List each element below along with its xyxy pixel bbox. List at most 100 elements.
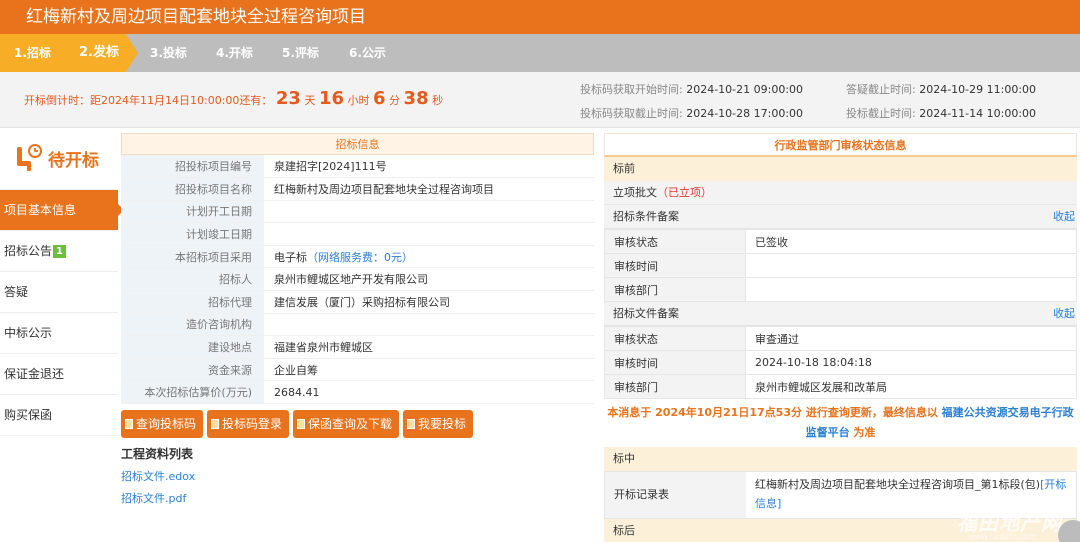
open-record-label: 开标记录表 [605,472,746,518]
bid-info-header: 招标信息 [121,133,594,155]
row-label: 资金来源 [121,358,264,382]
approval-row: 立项批文（已立项） [604,181,1077,205]
row-value: 福建省泉州市鲤城区 [264,335,594,359]
row-label: 招标代理 [121,290,264,314]
notice-count-badge: 1 [53,245,66,258]
update-notice: 本消息于 2024年10月21日17点53分 进行查询更新，最终信息以 福建公共… [604,399,1077,447]
row-value: 泉州市鲤城区发展和改革局 [745,374,1077,399]
page-title: 红梅新村及周边项目配套地块全过程咨询项目 [0,0,1080,34]
code-start-label: 投标码获取开始时间: [580,83,683,96]
doc-record-row: 招标文件备案 收起 [604,302,1077,326]
qa-end-time: 答疑截止时间: 2024-10-29 11:00:00 [846,81,1036,97]
table-row: 建设地点 福建省泉州市鲤城区 [121,335,594,359]
sidebar-item-qa[interactable]: 答疑 [0,272,118,313]
step-5[interactable]: 5.评标 [282,34,319,72]
sidebar-item-win-notice[interactable]: 中标公示 [0,313,118,354]
row-label: 计划竣工日期 [121,222,264,246]
row-label: 审核时间 [604,350,746,375]
bid-info-panel: 招标信息 招投标项目编号 泉建招字[2024]111号 招投标项目名称 红梅新村及周… [121,133,594,506]
sidebar-item-notice-label: 招标公告 [4,244,53,258]
doc-icon [211,419,220,430]
row-value: 2024-10-18 18:04:18 [745,350,1077,375]
sidebar-item-insurance[interactable]: 购买保函 [0,395,118,436]
bid-end-label: 投标截止时间: [846,107,916,120]
progress-steps: 1.招标 2.发标 3.投标 4.开标 5.评标 6.公示 [0,34,1080,72]
code-end-time: 投标码获取截止时间: 2024-10-28 17:00:00 [580,105,803,121]
sidebar-item-notice[interactable]: 招标公告 1 [0,231,118,272]
row-label: 招标人 [121,267,264,292]
table-row: 计划竣工日期 [121,222,594,246]
row-value [264,222,594,246]
table-row: 审核时间 [604,253,1077,278]
step-3[interactable]: 3.投标 [150,34,187,72]
code-login-label: 投标码登录 [222,417,283,432]
countdown-seconds: 38 [403,88,429,109]
seat-timer-icon [17,144,42,171]
row-value: 已签收 [745,229,1077,254]
step-1[interactable]: 1.招标 [0,34,64,72]
row-value [264,200,594,224]
guarantee-button[interactable]: 保函查询及下载 [293,410,400,439]
step-6[interactable]: 6.公示 [349,34,386,72]
doc-icon [297,419,306,430]
countdown-prefix: 开标倒计时：距2024年11月14日10:00:00还有： [24,94,273,107]
bid-button[interactable]: 我要投标 [403,410,474,439]
service-fee: （网络服务费：0元） [307,250,413,264]
row-value: 电子标（网络服务费：0元） [264,245,594,269]
row-value [745,277,1077,302]
table-row: 本招标项目采用 电子标（网络服务费：0元） [121,245,594,269]
review-panel: 行政监管部门审核状态信息 标前 立项批文（已立项） 招标条件备案 收起 审核状态已… [604,133,1077,542]
row-label: 本招标项目采用 [121,245,264,269]
qa-end-label: 答疑截止时间: [846,83,916,96]
step-2[interactable]: 2.发标 [64,34,126,72]
row-value: 企业自筹 [264,358,594,382]
code-login-button[interactable]: 投标码登录 [207,410,290,439]
bid-status: 待开标 [48,151,99,171]
collapse-link[interactable]: 收起 [1053,205,1075,229]
row-label: 招投标项目编号 [121,155,264,179]
row-label: 建设地点 [121,335,264,359]
table-row: 招投标项目编号 泉建招字[2024]111号 [121,155,594,179]
table-row: 审核部门 泉州市鲤城区发展和改革局 [604,374,1077,399]
table-row: 招标代理 建信发展（厦门）采购招标有限公司 [121,290,594,314]
query-code-button[interactable]: 查询投标码 [121,410,204,439]
row-value: 泉州市鲤城区地产开发有限公司 [264,267,594,292]
query-code-label: 查询投标码 [136,417,197,432]
table-row: 招投标项目名称 红梅新村及周边项目配套地块全过程咨询项目 [121,177,594,201]
row-value: 2684.41 [264,380,594,405]
open-record-text: 红梅新村及周边项目配套地块全过程咨询项目_第1标段(包) [755,478,1041,491]
table-row: 审核状态 审查通过 [604,326,1077,351]
step-arrow-icon [126,34,138,72]
files-title: 工程资料列表 [121,447,194,462]
countdown-minutes: 6 [373,88,386,109]
mid-section: 标中 [604,447,1077,471]
row-value [264,313,594,337]
row-label: 计划开工日期 [121,200,264,224]
table-row: 计划开工日期 [121,200,594,224]
cond-record-row: 招标条件备案 收起 [604,205,1077,229]
countdown: 开标倒计时：距2024年11月14日10:00:00还有： 23 天 16 小时… [24,88,443,109]
collapse-link[interactable]: 收起 [1053,302,1075,326]
file-link-pdf[interactable]: 招标文件.pdf [121,490,594,506]
code-end-value: 2024-10-28 17:00:00 [686,107,804,120]
table-row: 审核时间 2024-10-18 18:04:18 [604,350,1077,375]
countdown-minutes-unit: 分 [389,94,401,107]
approval-label: 立项批文 [613,186,657,199]
row-value: 红梅新村及周边项目配套地块全过程咨询项目 [264,177,594,201]
doc-icon [125,419,133,430]
row-label: 审核状态 [604,326,746,351]
file-link-edox[interactable]: 招标文件.edox [121,468,594,484]
sidebar-item-basic-info[interactable]: 项目基本信息 [0,190,124,231]
sidebar-item-deposit[interactable]: 保证金退还 [0,354,118,395]
code-end-label: 投标码获取截止时间: [580,107,683,120]
before-section: 标前 [604,157,1077,181]
bid-label: 我要投标 [418,417,467,432]
code-start-time: 投标码获取开始时间: 2024-10-21 09:00:00 [580,81,803,97]
doc-icon [407,419,416,430]
step-4[interactable]: 4.开标 [216,34,253,72]
row-value: 建信发展（厦门）采购招标有限公司 [264,290,594,314]
table-row: 本次招标估算价(万元) 2684.41 [121,380,594,405]
row-label: 招投标项目名称 [121,177,264,201]
sidebar: 待开标 项目基本信息 招标公告 1 答疑 中标公示 保证金退还 购买保函 [0,128,124,542]
countdown-days-unit: 天 [304,94,316,107]
